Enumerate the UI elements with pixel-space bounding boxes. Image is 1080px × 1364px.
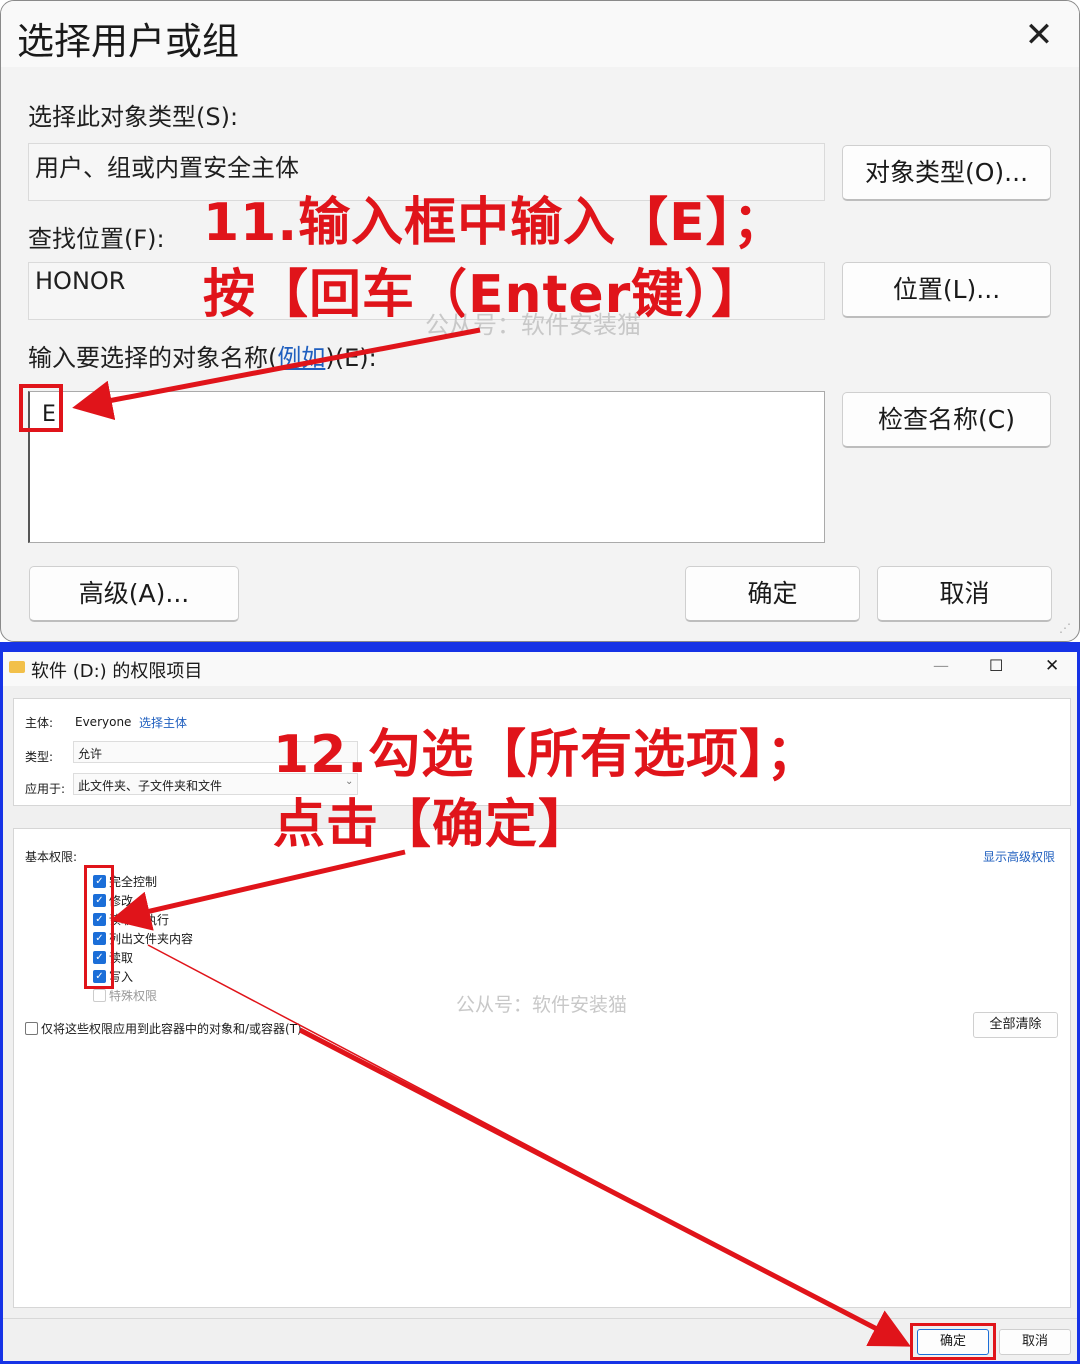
annotation-arrows — [72, 327, 911, 1347]
arrow-to-checkboxes — [110, 849, 406, 931]
arrow-to-ok — [298, 1027, 911, 1347]
arrow-to-input — [72, 327, 481, 421]
